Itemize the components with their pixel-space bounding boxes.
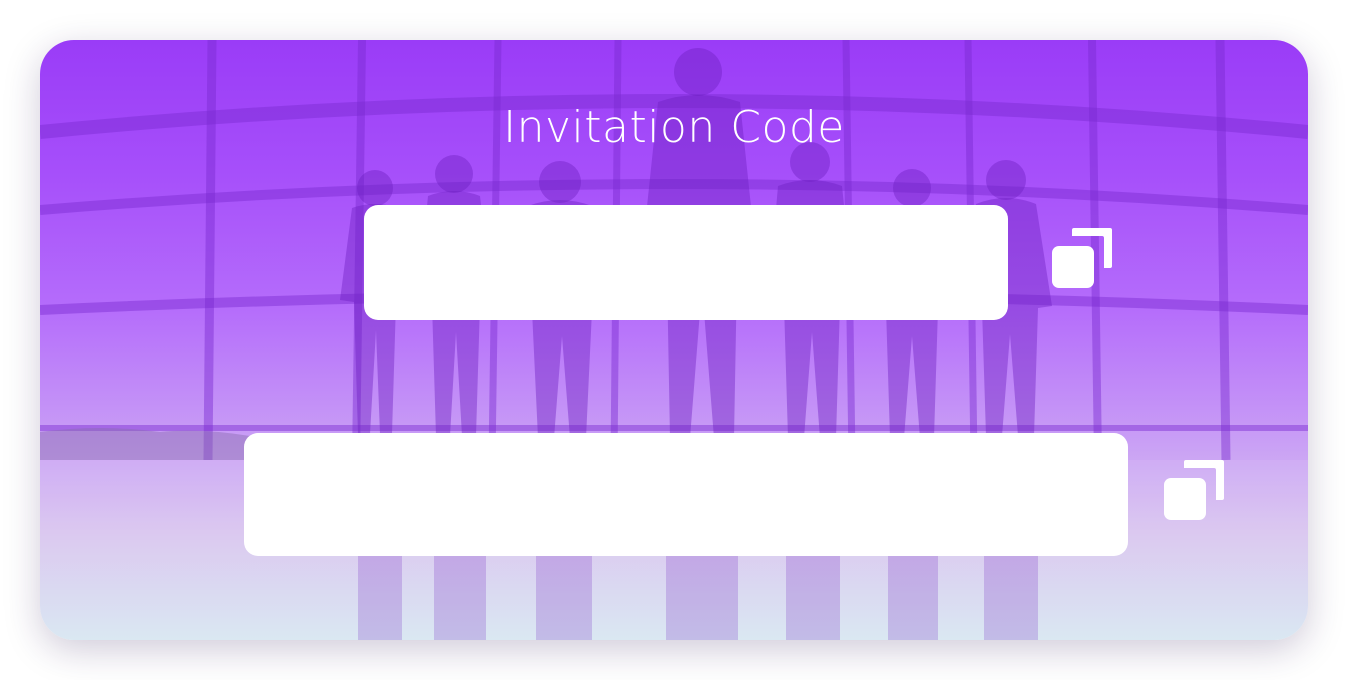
- copy-icon: [1052, 228, 1112, 288]
- page-title: Invitation Code: [503, 102, 845, 153]
- copy-icon: [1164, 460, 1224, 520]
- copy-code-button-1[interactable]: [1050, 226, 1114, 290]
- horizon-trees: [40, 428, 250, 460]
- copy-code-button-2[interactable]: [1162, 458, 1226, 522]
- invitation-code-field-1[interactable]: [364, 205, 1008, 320]
- invitation-code-field-2[interactable]: [244, 433, 1128, 556]
